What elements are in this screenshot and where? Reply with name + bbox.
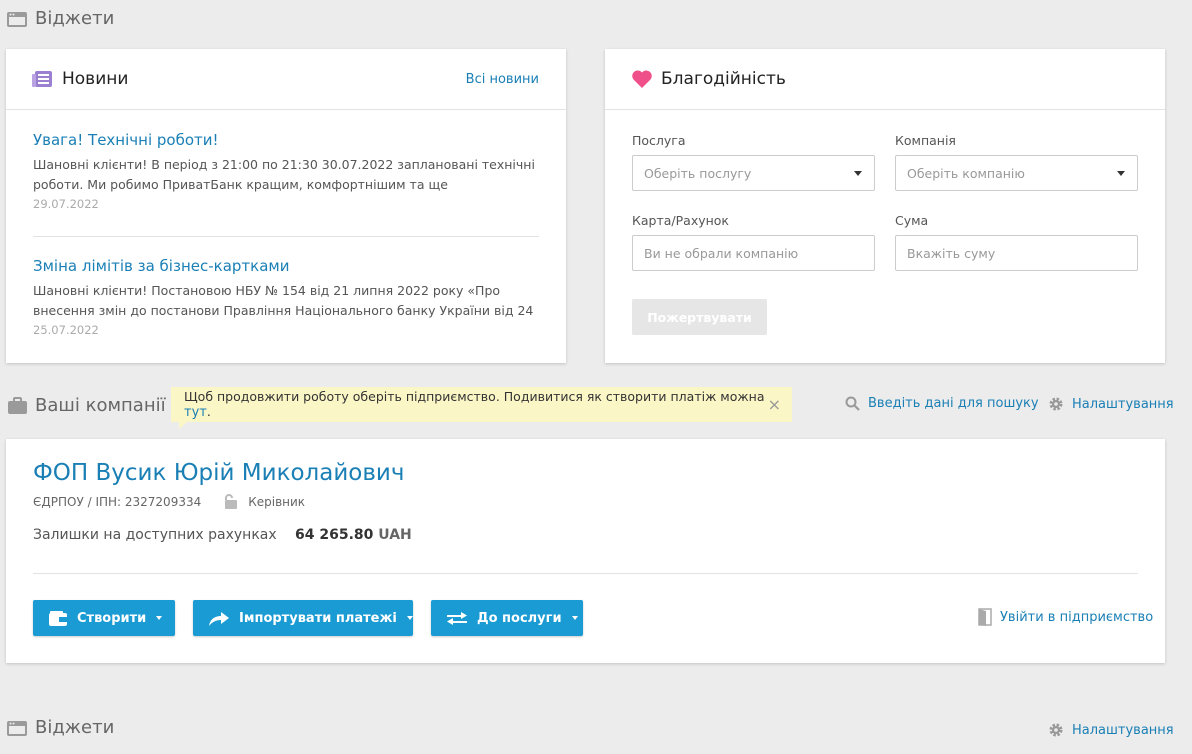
service-select-value: Оберіть послугу — [644, 165, 752, 181]
widgets-bottom-section-title: Віджети — [7, 717, 114, 738]
create-button[interactable]: Створити — [33, 600, 175, 636]
news-headline[interactable]: Зміна лімітів за бізнес-картками — [33, 257, 539, 275]
company-card: ФОП Вусик Юрій Миколайович ЄДРПОУ / ІПН:… — [6, 439, 1165, 663]
news-date: 29.07.2022 — [33, 197, 99, 211]
browser-window-icon — [7, 720, 27, 736]
company-label: Компанія — [895, 133, 956, 148]
news-text: Шановні клієнти! В період з 21:00 по 21:… — [33, 157, 535, 192]
news-headline[interactable]: Увага! Технічні роботи! — [33, 131, 539, 149]
charity-card-header: Благодійність — [605, 49, 1165, 110]
wallet-icon — [49, 610, 67, 626]
amount-input[interactable]: Вкажіть суму — [895, 235, 1138, 271]
news-item[interactable]: Увага! Технічні роботи! Шановні клієнти!… — [33, 131, 539, 211]
notice-banner: Щоб продовжити роботу оберіть підприємст… — [171, 387, 792, 429]
import-payments-button[interactable]: Імпортувати платежі — [193, 600, 413, 636]
widgets-section-title: Віджети — [7, 8, 114, 29]
unlock-icon — [225, 494, 238, 509]
search-icon — [845, 396, 860, 411]
news-icon — [32, 71, 52, 87]
service-select[interactable]: Оберіть послугу — [632, 155, 875, 191]
notice-message: Щоб продовжити роботу оберіть підприємст… — [184, 389, 765, 404]
gear-icon — [1049, 397, 1063, 411]
chevron-down-icon — [571, 616, 578, 620]
settings-link-label: Налаштування — [1072, 396, 1174, 412]
edrpou-text: ЄДРПОУ / ІПН: 2327209334 — [33, 494, 202, 509]
card-account-label: Карта/Рахунок — [632, 213, 729, 228]
enter-company-link[interactable]: Увійти в підприємство — [978, 608, 1153, 626]
door-icon — [978, 608, 992, 626]
balance-amount: 64 265.80 UAH — [295, 527, 412, 543]
chevron-down-icon — [156, 616, 163, 620]
company-select-value: Оберіть компанію — [907, 165, 1025, 181]
briefcase-icon — [8, 396, 27, 414]
notice-end: . — [206, 404, 211, 419]
heart-icon — [632, 70, 652, 88]
widgets-bottom-title-text: Віджети — [35, 717, 115, 738]
enter-company-label: Увійти в підприємство — [1000, 609, 1154, 625]
news-date: 25.07.2022 — [33, 323, 99, 337]
share-arrow-icon — [209, 611, 229, 626]
charity-card: Благодійність Послуга Оберіть послугу Ко… — [605, 49, 1165, 363]
gear-icon — [1049, 723, 1063, 737]
service-label: Послуга — [632, 133, 686, 148]
exchange-arrows-icon — [447, 610, 467, 626]
import-button-label: Імпортувати платежі — [239, 610, 397, 626]
create-button-label: Створити — [77, 610, 147, 626]
chevron-down-icon — [854, 171, 862, 176]
amount-label: Сума — [895, 213, 929, 228]
role-text: Керівник — [248, 494, 306, 509]
card-account-input[interactable]: Ви не обрали компанію — [632, 235, 875, 271]
news-card-header: Новини Всі новини — [6, 49, 566, 110]
settings-link[interactable]: Налаштування — [1048, 396, 1174, 412]
balance-value: 64 265.80 — [295, 527, 374, 543]
news-divider — [33, 236, 539, 237]
notice-text: Щоб продовжити роботу оберіть підприємст… — [184, 389, 792, 420]
card-account-placeholder: Ви не обрали компанію — [644, 245, 799, 261]
widgets-settings-label: Налаштування — [1072, 722, 1174, 738]
donate-button[interactable]: Пожертвувати — [632, 299, 767, 335]
widgets-title-text: Віджети — [35, 8, 115, 29]
news-card: Новини Всі новини Увага! Технічні роботи… — [6, 49, 566, 363]
charity-title: Благодійність — [661, 69, 786, 89]
chevron-down-icon — [1117, 171, 1125, 176]
to-service-button[interactable]: До послуги — [431, 600, 583, 636]
company-meta: ЄДРПОУ / ІПН: 2327209334 Керівник — [33, 494, 305, 509]
news-title: Новини — [62, 69, 129, 89]
balance-label: Залишки на доступних рахунках — [33, 527, 277, 543]
notice-link[interactable]: тут — [184, 405, 207, 420]
company-select[interactable]: Оберіть компанію — [895, 155, 1138, 191]
balance-currency: UAH — [378, 527, 412, 543]
search-link-label: Введіть дані для пошуку — [868, 396, 1039, 411]
browser-window-icon — [7, 11, 27, 27]
close-icon[interactable]: × — [768, 395, 781, 414]
news-text: Шановні клієнти! Постановою НБУ № 154 ві… — [33, 283, 534, 318]
service-button-label: До послуги — [477, 610, 562, 626]
search-link[interactable]: Введіть дані для пошуку — [845, 396, 1039, 411]
amount-placeholder: Вкажіть суму — [907, 245, 996, 261]
all-news-link[interactable]: Всі новини — [466, 72, 539, 87]
company-divider — [33, 573, 1138, 574]
news-item[interactable]: Зміна лімітів за бізнес-картками Шановні… — [33, 257, 539, 337]
companies-title-text: Ваші компанії — [35, 395, 166, 416]
companies-section-title: Ваші компанії — [8, 395, 166, 416]
company-name[interactable]: ФОП Вусик Юрій Миколайович — [33, 460, 404, 486]
widgets-settings-link[interactable]: Налаштування — [1048, 722, 1174, 738]
chevron-down-icon — [406, 616, 413, 620]
